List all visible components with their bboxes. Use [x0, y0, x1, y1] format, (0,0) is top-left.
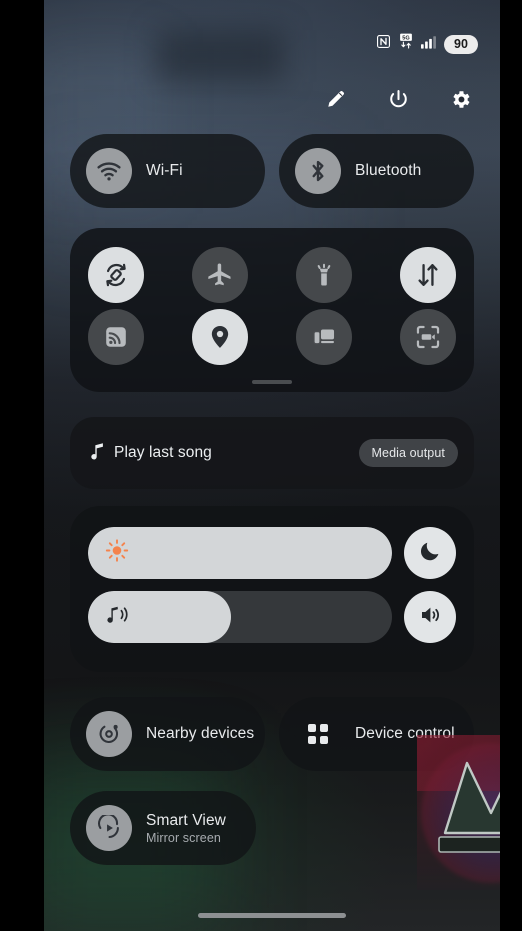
- media-volume-icon: [105, 603, 133, 632]
- volume-slider[interactable]: [88, 591, 392, 643]
- drag-handle[interactable]: [252, 380, 292, 384]
- tile-row-1: [88, 244, 456, 306]
- device-control-tile[interactable]: Device control: [279, 697, 474, 771]
- svg-text:5G: 5G: [402, 36, 410, 42]
- tile-flashlight[interactable]: [296, 247, 352, 303]
- status-bar: 5G 90: [44, 32, 500, 56]
- nearby-share-icon: [86, 711, 132, 757]
- sound-settings-button[interactable]: [404, 591, 456, 643]
- volume-row: [88, 591, 456, 643]
- wifi-icon: [86, 148, 132, 194]
- nearby-devices-label: Nearby devices: [146, 725, 255, 742]
- tile-mobile-data[interactable]: [400, 247, 456, 303]
- music-note-icon: [90, 442, 105, 465]
- tile-link-to-windows[interactable]: [296, 309, 352, 365]
- slider-card: [70, 506, 474, 672]
- brightness-row: [88, 527, 456, 579]
- bluetooth-tile[interactable]: Bluetooth: [279, 134, 474, 208]
- bluetooth-icon: [295, 148, 341, 194]
- media-card[interactable]: Play last song Media output: [70, 417, 474, 489]
- brightness-fill: [88, 527, 392, 579]
- bluetooth-label: Bluetooth: [355, 162, 422, 179]
- nfc-icon: [376, 34, 391, 54]
- grid-dots-icon: [295, 723, 341, 745]
- tile-auto-rotate[interactable]: [88, 247, 144, 303]
- phone-screenshot: 5G 90 Wi-Fi Bluetooth Play last song Med…: [0, 0, 522, 931]
- smart-view-spacer: [270, 791, 474, 865]
- battery-indicator: 90: [444, 34, 478, 54]
- gesture-nav-bar[interactable]: [198, 913, 346, 918]
- smart-view-play-icon: [86, 805, 132, 851]
- nearby-devices-tile[interactable]: Nearby devices: [70, 697, 265, 771]
- quick-settings-panel: 5G 90 Wi-Fi Bluetooth Play last song Med…: [44, 0, 500, 931]
- media-info: Play last song: [90, 442, 212, 465]
- media-title: Play last song: [114, 444, 212, 461]
- brightness-sun-icon: [105, 539, 129, 568]
- gear-icon[interactable]: [444, 83, 476, 115]
- tile-screen-recorder[interactable]: [400, 309, 456, 365]
- pencil-icon[interactable]: [320, 83, 352, 115]
- tile-airplane-mode[interactable]: [192, 247, 248, 303]
- smart-view-text: Smart View Mirror screen: [146, 812, 226, 845]
- dark-mode-toggle[interactable]: [404, 527, 456, 579]
- 5g-data-icon: 5G: [398, 33, 414, 55]
- brightness-slider[interactable]: [88, 527, 392, 579]
- wifi-tile[interactable]: Wi-Fi: [70, 134, 265, 208]
- smart-view-sublabel: Mirror screen: [146, 830, 221, 845]
- quick-tile-grid: [70, 228, 474, 392]
- smart-view-label: Smart View: [146, 811, 226, 829]
- speaker-icon: [418, 603, 443, 632]
- tile-cast[interactable]: [88, 309, 144, 365]
- device-control-label: Device control: [355, 725, 455, 742]
- header-action-bar: [44, 80, 500, 118]
- smart-view-tile[interactable]: Smart View Mirror screen: [70, 791, 256, 865]
- media-output-button[interactable]: Media output: [358, 439, 458, 467]
- tile-location[interactable]: [192, 309, 248, 365]
- wifi-label: Wi-Fi: [146, 162, 183, 179]
- smart-view-row: Smart View Mirror screen: [70, 791, 474, 865]
- tile-row-2: [88, 306, 456, 368]
- connectivity-row: Wi-Fi Bluetooth: [70, 134, 474, 208]
- bottom-tile-row: Nearby devices Device control: [70, 697, 474, 771]
- power-icon[interactable]: [382, 83, 414, 115]
- signal-bars-icon: [421, 35, 437, 54]
- dark-mode-moon-icon: [418, 539, 442, 568]
